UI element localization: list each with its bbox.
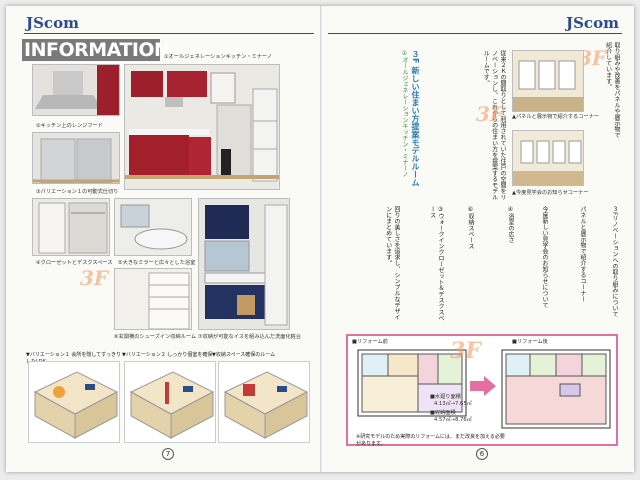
kitchen-illustration <box>125 65 279 189</box>
plan-note: ※研究モデルのため実際のリフォームには、まだ改良を加える必要があります。 <box>356 434 505 447</box>
kitchen-photo <box>124 64 280 190</box>
page-gutter <box>320 6 322 472</box>
page-number-left: 7 <box>162 448 174 460</box>
header-rule-left <box>24 33 314 34</box>
right-feature-subtitle: ①オールジェネレーションキッチン・ミナーノ <box>401 50 408 177</box>
isometric-plan-1 <box>33 371 119 439</box>
variation-3-plan <box>218 361 310 443</box>
range-hood-illustration <box>33 65 119 115</box>
caption-6: ⑥玄関横のシューズイン収納ルーム <box>114 334 197 340</box>
partition-illustration <box>33 133 119 183</box>
right-photo-caption-1: ▲パネルと展示物で紹介するコーナー <box>512 114 599 120</box>
plan-before-label: ■リフォーム前 <box>352 339 388 345</box>
right-body-2: 回りの美しさを追求し、シンプルなデザインにまとめています。 <box>384 206 400 320</box>
magazine-spread: JScom INFORMATION ①オールジェネレーションキッチン・ミナーノ <box>6 6 634 472</box>
page-number-right: 6 <box>476 448 488 460</box>
right-col-text-a: ３Fリノベーションへの取り組みについて <box>611 206 618 318</box>
vanity-photo <box>198 198 290 330</box>
plan-after-label: ■リフォーム後 <box>512 339 548 345</box>
right-body-4: ④浴室の広さ <box>507 206 514 243</box>
caption-2: ②キッチン上のレンジフード <box>36 123 103 129</box>
caption-7: ⑦収納が可能なイスを組み込んだ洗面化粧台 <box>198 334 302 340</box>
right-body-3: ③ウォークインクローゼット＆デスクスペース <box>428 206 444 321</box>
right-body-5: ⑥収納スペース <box>467 206 474 249</box>
right-photo-caption-2: ▲今度見学会のお知らせコーナー <box>512 190 589 196</box>
variation-3-label: ▼収納スペース確保のルーム <box>212 352 276 358</box>
plan-after-drawing <box>501 349 611 429</box>
right-col-text-c: 今度新しい見学会のお知らせについて <box>541 206 548 308</box>
watermark-3f-plan: 3F <box>450 338 481 364</box>
arrow-right-icon <box>470 376 496 396</box>
caption-1: ①オールジェネレーションキッチン・ミナーノ <box>164 54 272 60</box>
isometric-plan-3 <box>223 371 309 439</box>
right-feature-title: ３F 新しい住まい方提案モデルルーム <box>411 50 420 187</box>
bathroom-photo <box>114 198 192 256</box>
vanity-illustration <box>199 199 289 329</box>
event-info-illustration <box>513 131 583 185</box>
area-storage-value: 4.57㎡→8.76㎡ <box>434 417 472 423</box>
shoe-storage-illustration <box>115 269 191 329</box>
variation-1-plan <box>28 361 120 443</box>
range-hood-photo <box>32 64 120 116</box>
variation-2-plan <box>124 361 216 443</box>
shoe-storage-photo <box>114 268 192 330</box>
header-rule-right <box>328 33 622 34</box>
closet-illustration <box>33 199 109 255</box>
caption-5: ⑤大きなミラーと広々とした浴室 <box>118 260 196 266</box>
closet-photo <box>32 198 110 256</box>
isometric-plan-2 <box>129 371 215 439</box>
bathroom-illustration <box>115 199 191 255</box>
brand-logo-left: JScom <box>26 14 79 32</box>
partition-photo <box>32 132 120 184</box>
watermark-3f-left: 3F <box>80 266 109 290</box>
area-storage-label: ■収納面積 <box>430 410 456 416</box>
variation-2-label: ▼バリエーション２ しっかり個室を確保 <box>122 352 213 358</box>
right-col-text-b: パネルと展示物で紹介するコーナー <box>579 206 586 302</box>
panel-exhibit-illustration <box>513 51 583 111</box>
watermark-3f-right-mid: 3F <box>476 102 505 126</box>
event-info-photo <box>512 130 584 186</box>
brand-logo-right: JScom <box>566 14 619 32</box>
caption-3: ③バリエーション１の可動式仕切り <box>36 189 119 195</box>
section-title: INFORMATION <box>22 39 170 61</box>
area-water-label: ■水廻り面積 <box>430 394 461 400</box>
floor-plan-box: ■リフォーム前 ■リフォーム後 3F ■水廻り面積 4.13㎡→7.65㎡ ■収… <box>346 334 618 447</box>
area-water-value: 4.13㎡→7.65㎡ <box>434 401 472 407</box>
panel-exhibit-photo <box>512 50 584 112</box>
